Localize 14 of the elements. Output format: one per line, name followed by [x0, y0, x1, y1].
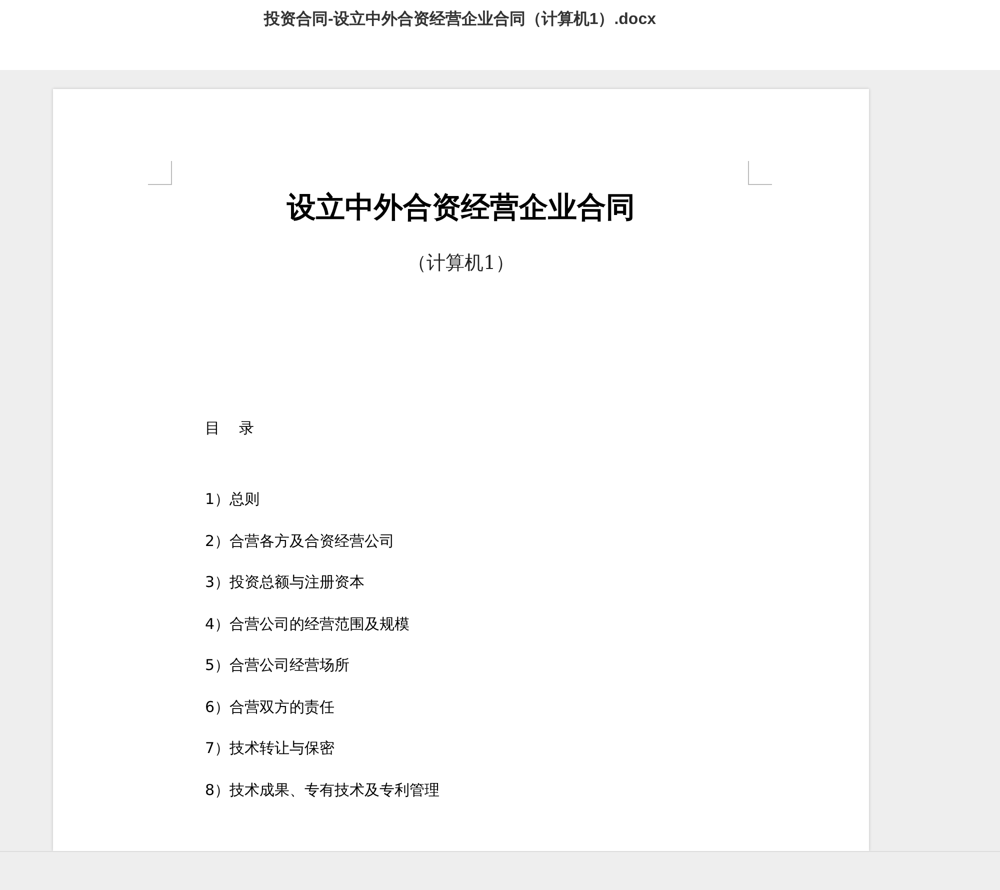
toc-item: 4）合营公司的经营范围及规模 [205, 614, 411, 634]
toc-item: 5）合营公司经营场所 [205, 655, 351, 676]
toc-heading: 目 录 [205, 418, 256, 439]
toc-item: 1）总则 [205, 489, 261, 510]
toc-item: 2）合营各方及合资经营公司 [205, 530, 396, 552]
window-title: 投资合同-设立中外合资经营企业合同（计算机1）.docx [264, 9, 656, 30]
crop-mark-icon [148, 161, 172, 185]
document-subtitle: （计算机1） [406, 251, 516, 276]
toc-item: 6）合营双方的责任 [205, 696, 336, 718]
document-title: 设立中外合资经营企业合同 [286, 189, 636, 226]
toc-item: 7）技术转让与保密 [205, 738, 336, 759]
crop-mark-icon [748, 161, 772, 185]
toc-item: 3）投资总额与注册资本 [205, 572, 366, 593]
toc-item: 8）技术成果、专有技术及专利管理 [205, 780, 441, 800]
